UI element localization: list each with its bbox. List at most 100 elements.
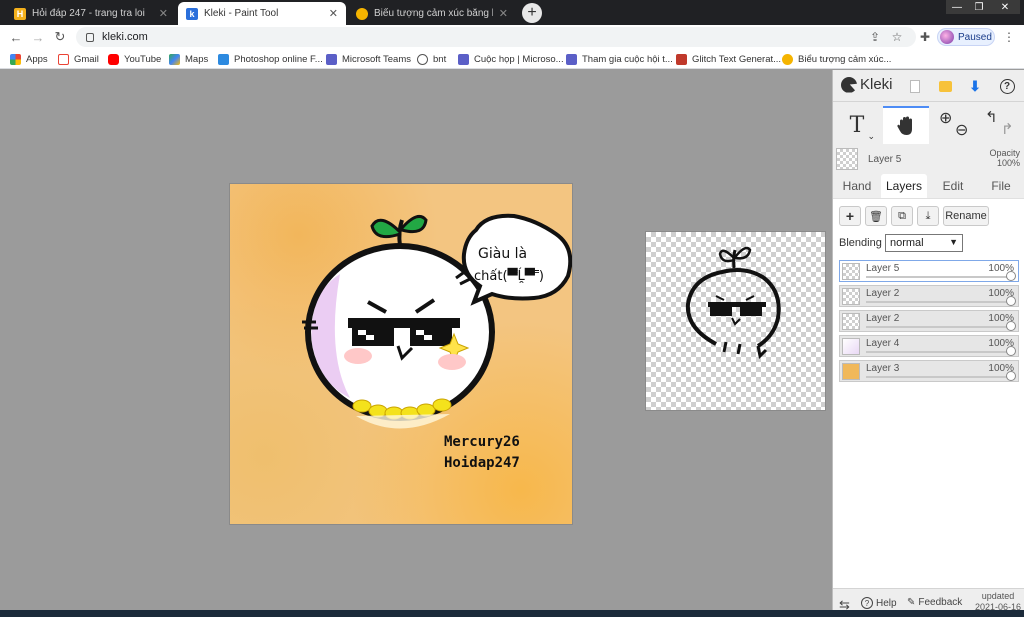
- forward-arrow-icon[interactable]: →: [30, 29, 46, 45]
- profile-button[interactable]: Paused: [937, 28, 995, 46]
- extensions-puzzle-icon[interactable]: ✚: [918, 30, 932, 44]
- bookmark-star-icon[interactable]: ☆: [890, 30, 904, 44]
- slider-handle[interactable]: [1006, 296, 1016, 306]
- blending-select[interactable]: normal ▼: [885, 234, 963, 252]
- layer-opacity-slider[interactable]: [866, 276, 1012, 278]
- new-tab-button[interactable]: +: [522, 3, 542, 23]
- layer-row[interactable]: Layer 2 100%: [839, 285, 1019, 307]
- tab-title: Kleki - Paint Tool: [204, 8, 279, 19]
- undo-icon[interactable]: ↰: [985, 108, 998, 126]
- layer-row[interactable]: Layer 3 100%: [839, 360, 1019, 382]
- bubble-text-line1: Giàu là: [478, 246, 527, 262]
- zoom-out-icon[interactable]: ⊖: [955, 120, 968, 140]
- layer-row[interactable]: Layer 2 100%: [839, 310, 1019, 332]
- open-image-button[interactable]: [935, 76, 955, 96]
- layer-opacity-slider[interactable]: [866, 326, 1012, 328]
- sprout-leaf-right: [400, 214, 428, 234]
- merge-layer-button[interactable]: ⤓: [917, 206, 939, 226]
- redo-icon[interactable]: ↱: [1001, 120, 1014, 138]
- bookmark-label: Photoshop online F...: [234, 53, 323, 65]
- tab-file[interactable]: File: [979, 174, 1023, 198]
- bookmark-teams[interactable]: Microsoft Teams: [326, 52, 411, 66]
- bookmark-emoticon[interactable]: Biểu tượng cảm xúc...: [782, 52, 891, 66]
- minimize-button[interactable]: —: [946, 0, 968, 14]
- bookmark-maps[interactable]: Maps: [169, 52, 208, 66]
- layer-opacity-slider[interactable]: [866, 301, 1012, 303]
- layer-row[interactable]: Layer 5 100%: [839, 260, 1019, 282]
- bookmark-label: YouTube: [124, 53, 162, 65]
- drawing-workspace[interactable]: Giàu là chất(▀̿Ĺ̯▀̿ ̿) Mercury26 Hoidap2…: [0, 70, 832, 617]
- sprout-leaf-left: [370, 218, 402, 239]
- chevron-down-icon: ⌄: [867, 132, 875, 142]
- share-icon[interactable]: ⇪: [868, 30, 882, 44]
- tab-close-icon[interactable]: ✕: [499, 7, 508, 20]
- os-taskbar: [0, 610, 1024, 617]
- tab-layers[interactable]: Layers: [881, 174, 927, 198]
- artwork: Giàu là chất(▀̿Ĺ̯▀̿ ̿) Mercury26 Hoidap2…: [302, 213, 572, 471]
- help-button[interactable]: ?: [997, 76, 1017, 96]
- hoidap-favicon-icon: H: [14, 7, 26, 20]
- layer-thumbnail: [842, 338, 860, 355]
- bookmark-youtube[interactable]: YouTube: [108, 52, 161, 66]
- layer-name: Layer 2: [866, 288, 900, 299]
- zoom-in-icon[interactable]: ⊕: [939, 108, 952, 128]
- layer-preview-artwork: [685, 246, 781, 360]
- new-image-button[interactable]: [905, 76, 925, 96]
- bookmark-join-meeting[interactable]: Tham gia cuộc hội t...: [566, 52, 673, 66]
- window-close-button[interactable]: ✕: [990, 0, 1020, 14]
- layer-opacity-slider[interactable]: [866, 376, 1012, 378]
- slider-handle[interactable]: [1006, 321, 1016, 331]
- tab-hand[interactable]: Hand: [835, 174, 879, 198]
- address-bar[interactable]: kleki.com: [76, 27, 916, 47]
- bookmark-label: Maps: [185, 53, 209, 65]
- bookmark-apps[interactable]: Apps: [10, 52, 48, 66]
- feedback-link[interactable]: ✎ Feedback: [907, 597, 962, 608]
- tab-emoticon[interactable]: Biểu tượng cảm xúc bằng ký tự I ✕: [348, 2, 516, 25]
- trash-icon: 🗑: [869, 210, 883, 223]
- current-layer-opacity: Opacity 100%: [989, 148, 1020, 168]
- chevron-down-icon: ▼: [949, 237, 958, 247]
- updated-label: updated: [981, 591, 1015, 601]
- delete-layer-button[interactable]: 🗑: [865, 206, 887, 226]
- text-tool-button[interactable]: T ⌄: [835, 106, 879, 144]
- bookmark-meeting[interactable]: Cuộc họp | Microso...: [458, 52, 564, 66]
- feedback-label: Feedback: [918, 597, 963, 608]
- slider-handle[interactable]: [1006, 271, 1016, 281]
- layer-opacity-slider[interactable]: [866, 351, 1012, 353]
- bookmark-gmail[interactable]: Gmail: [58, 52, 99, 66]
- bookmark-photoshop[interactable]: Photoshop online F...: [218, 52, 323, 66]
- layer-preview-canvas[interactable]: [646, 232, 825, 410]
- photoshop-icon: [218, 53, 229, 65]
- slider-handle[interactable]: [1006, 371, 1016, 381]
- slider-handle[interactable]: [1006, 346, 1016, 356]
- layer-thumbnail: [842, 263, 860, 280]
- add-layer-button[interactable]: +: [839, 206, 861, 226]
- hand-icon: [897, 116, 912, 135]
- help-link[interactable]: ? Help: [861, 597, 897, 609]
- rename-layer-button[interactable]: Rename: [943, 206, 989, 226]
- bookmark-label: Apps: [26, 53, 48, 65]
- main-canvas[interactable]: Giàu là chất(▀̿Ĺ̯▀̿ ̿) Mercury26 Hoidap2…: [230, 184, 572, 524]
- tab-close-icon[interactable]: ✕: [329, 7, 338, 20]
- tab-edit[interactable]: Edit: [931, 174, 975, 198]
- reload-icon[interactable]: ↻: [52, 29, 68, 45]
- url-text: kleki.com: [102, 31, 148, 43]
- sunglasses-bar: [348, 318, 460, 328]
- download-button[interactable]: ⬇: [965, 76, 985, 96]
- menu-kebab-icon[interactable]: ⋮: [1002, 30, 1016, 44]
- tab-kleki[interactable]: k Kleki - Paint Tool ✕: [178, 2, 346, 25]
- bookmark-bnt[interactable]: bnt: [417, 52, 446, 66]
- youtube-icon: [108, 53, 119, 65]
- duplicate-layer-button[interactable]: ⧉: [891, 206, 913, 226]
- hand-tool-button[interactable]: [883, 106, 929, 144]
- teams-icon: [458, 53, 469, 65]
- tab-close-icon[interactable]: ✕: [159, 7, 168, 20]
- layer-row[interactable]: Layer 4 100%: [839, 335, 1019, 357]
- chain-glow: [356, 414, 450, 429]
- bookmark-glitch[interactable]: Glitch Text Generat...: [676, 52, 781, 66]
- tab-hoidap[interactable]: H Hỏi đáp 247 - trang tra loi ✕: [6, 2, 176, 25]
- back-arrow-icon[interactable]: ←: [8, 29, 24, 45]
- restore-button[interactable]: ❐: [968, 0, 990, 14]
- question-icon: ?: [999, 78, 1015, 94]
- panel-tabs: Hand Layers Edit File: [833, 174, 1024, 198]
